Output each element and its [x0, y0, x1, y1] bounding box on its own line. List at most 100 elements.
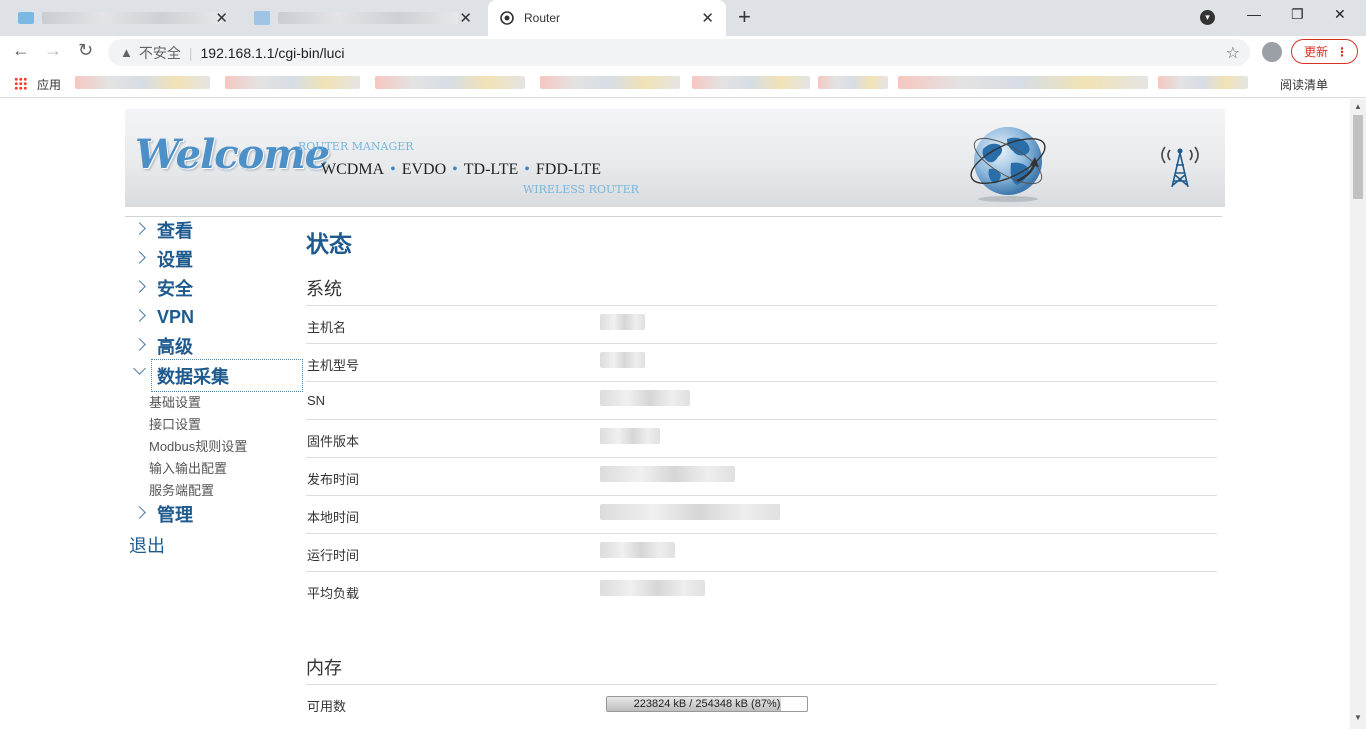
window-close-icon[interactable]: ✕ [1334, 6, 1346, 23]
update-label: 更新 [1304, 45, 1329, 59]
chevron-right-icon [133, 506, 146, 519]
close-icon[interactable]: ✕ [215, 9, 228, 27]
menu-item-view[interactable]: 查看 [125, 217, 305, 243]
menu-item-label: 管理 [157, 505, 193, 525]
bullet-icon: • [524, 161, 530, 178]
more-menu-icon[interactable]: ⋮ [1336, 45, 1348, 59]
bullet-icon: • [390, 161, 396, 178]
chevron-right-icon [133, 280, 146, 293]
row-value-redacted [600, 504, 780, 520]
banner-wireless-router: WIRELESS ROUTER [523, 183, 639, 196]
table-row: 固件版本 [306, 419, 1217, 457]
antenna-tower-icon [1161, 146, 1199, 188]
menu-item-label: 安全 [157, 279, 193, 299]
reload-icon[interactable]: ↻ [78, 40, 93, 61]
globe-icon [970, 127, 1046, 202]
row-value-redacted [600, 466, 735, 482]
restore-icon[interactable]: ❐ [1291, 6, 1304, 23]
chevron-right-icon [133, 309, 146, 322]
submenu-interface-settings[interactable]: 接口设置 [149, 414, 201, 433]
tab-title: Router [524, 11, 561, 25]
progress-text: 223824 kB / 254348 kB (87%) [633, 698, 781, 710]
submenu-server-config[interactable]: 服务端配置 [149, 480, 214, 499]
router-banner: Welcome ROUTER MANAGER WCDMA • EVDO • TD-LTE… [125, 109, 1225, 207]
row-value-redacted [600, 542, 675, 558]
banner-mode: FDD-LTE [535, 161, 602, 178]
table-row: 运行时间 [306, 533, 1217, 571]
menu-item-management[interactable]: 管理 [125, 501, 305, 527]
menu-item-security[interactable]: 安全 [125, 275, 305, 301]
menu-item-advanced[interactable]: 高级 [125, 333, 305, 359]
row-label: 主机型号 [307, 358, 360, 373]
menu-item-vpn[interactable]: VPN [125, 304, 305, 330]
row-value-redacted [600, 580, 705, 596]
logout-link[interactable]: 退出 [129, 532, 165, 558]
section-title-memory: 内存 [306, 658, 342, 678]
scroll-up-arrow-icon[interactable]: ▲ [1354, 102, 1362, 111]
memory-progress-bar: 223824 kB / 254348 kB (87%) [606, 696, 808, 712]
bookmark-blurred[interactable] [75, 76, 210, 89]
submenu-modbus-rules[interactable]: Modbus规则设置 [149, 436, 247, 455]
table-row: 发布时间 [306, 457, 1217, 495]
menu-item-label: 高级 [157, 337, 193, 357]
row-value-redacted [600, 314, 645, 330]
bookmark-blurred[interactable] [375, 76, 525, 89]
row-label: SN [307, 393, 326, 408]
bookmark-blurred[interactable] [540, 76, 680, 89]
table-row: 主机型号 [306, 343, 1217, 381]
forward-arrow-icon[interactable]: → [44, 40, 62, 61]
section-title-system: 系统 [306, 279, 342, 299]
row-label: 主机名 [307, 320, 347, 335]
insecure-label[interactable]: 不安全 [139, 43, 181, 63]
banner-welcome: Welcome [135, 131, 330, 178]
scrollbar-thumb[interactable] [1353, 115, 1363, 199]
update-button[interactable]: 更新 ⋮ [1291, 39, 1358, 64]
browser-toolbar: ← → ↻ ▲ 不安全 | 192.168.1.1/cgi-bin/luci ☆… [0, 36, 1366, 68]
scroll-down-arrow-icon[interactable]: ▼ [1354, 713, 1362, 722]
new-tab-plus-icon[interactable]: + [738, 6, 751, 28]
bookmark-apps[interactable]: 应用 [37, 76, 61, 93]
bookmark-blurred[interactable] [818, 76, 888, 89]
tab-blurred-1[interactable]: ✕ [0, 0, 240, 36]
row-label: 发布时间 [307, 472, 360, 487]
address-bar[interactable]: ▲ 不安全 | 192.168.1.1/cgi-bin/luci ☆ [108, 39, 1250, 66]
table-row: 可用数 223824 kB / 254348 kB (87%) [306, 684, 1217, 722]
bookmark-blurred[interactable] [1158, 76, 1248, 89]
menu-item-label: 查看 [157, 221, 193, 241]
reading-list[interactable]: 阅读清单 [1280, 76, 1328, 93]
tab-favicon [254, 11, 270, 25]
bookmark-blurred[interactable] [692, 76, 810, 89]
profile-avatar-icon[interactable] [1262, 42, 1282, 62]
menu-item-data-collection[interactable]: 数据采集 [133, 359, 303, 392]
row-value-redacted [600, 428, 660, 444]
close-icon[interactable]: ✕ [459, 9, 472, 27]
omnibox-separator: | [188, 44, 193, 61]
chevron-right-icon [133, 251, 146, 264]
tab-blurred-2[interactable]: ✕ [244, 0, 484, 36]
table-row: 本地时间 [306, 495, 1217, 533]
router-favicon-icon [500, 11, 514, 25]
tab-search-chevron-icon[interactable]: ▾ [1200, 10, 1215, 25]
row-value-redacted [600, 390, 690, 406]
bookmark-blurred[interactable] [225, 76, 360, 89]
submenu-basic-settings[interactable]: 基础设置 [149, 392, 201, 411]
apps-grid-icon[interactable] [14, 77, 27, 90]
page-scrollbar[interactable]: ▲ ▼ [1350, 99, 1366, 729]
menu-item-settings[interactable]: 设置 [125, 246, 305, 272]
chevron-right-icon [133, 222, 146, 235]
minimize-icon[interactable]: — [1247, 6, 1261, 22]
row-label: 平均负载 [307, 586, 360, 601]
url-text[interactable]: 192.168.1.1/cgi-bin/luci [201, 45, 345, 61]
menu-item-label: 数据采集 [157, 366, 229, 387]
tab-strip: ✕ ✕ Router ✕ + ▾ — ❐ ✕ [0, 0, 1366, 36]
tab-router[interactable]: Router ✕ [488, 0, 726, 36]
submenu-io-config[interactable]: 输入输出配置 [149, 458, 227, 477]
bookmark-star-icon[interactable]: ☆ [1226, 43, 1240, 63]
row-label: 本地时间 [307, 510, 360, 525]
chevron-right-icon [133, 338, 146, 351]
bookmark-blurred[interactable] [898, 76, 1148, 89]
close-icon[interactable]: ✕ [701, 9, 714, 27]
chevron-down-icon [133, 362, 146, 375]
warning-triangle-icon[interactable]: ▲ [120, 45, 133, 60]
back-arrow-icon[interactable]: ← [12, 40, 30, 61]
